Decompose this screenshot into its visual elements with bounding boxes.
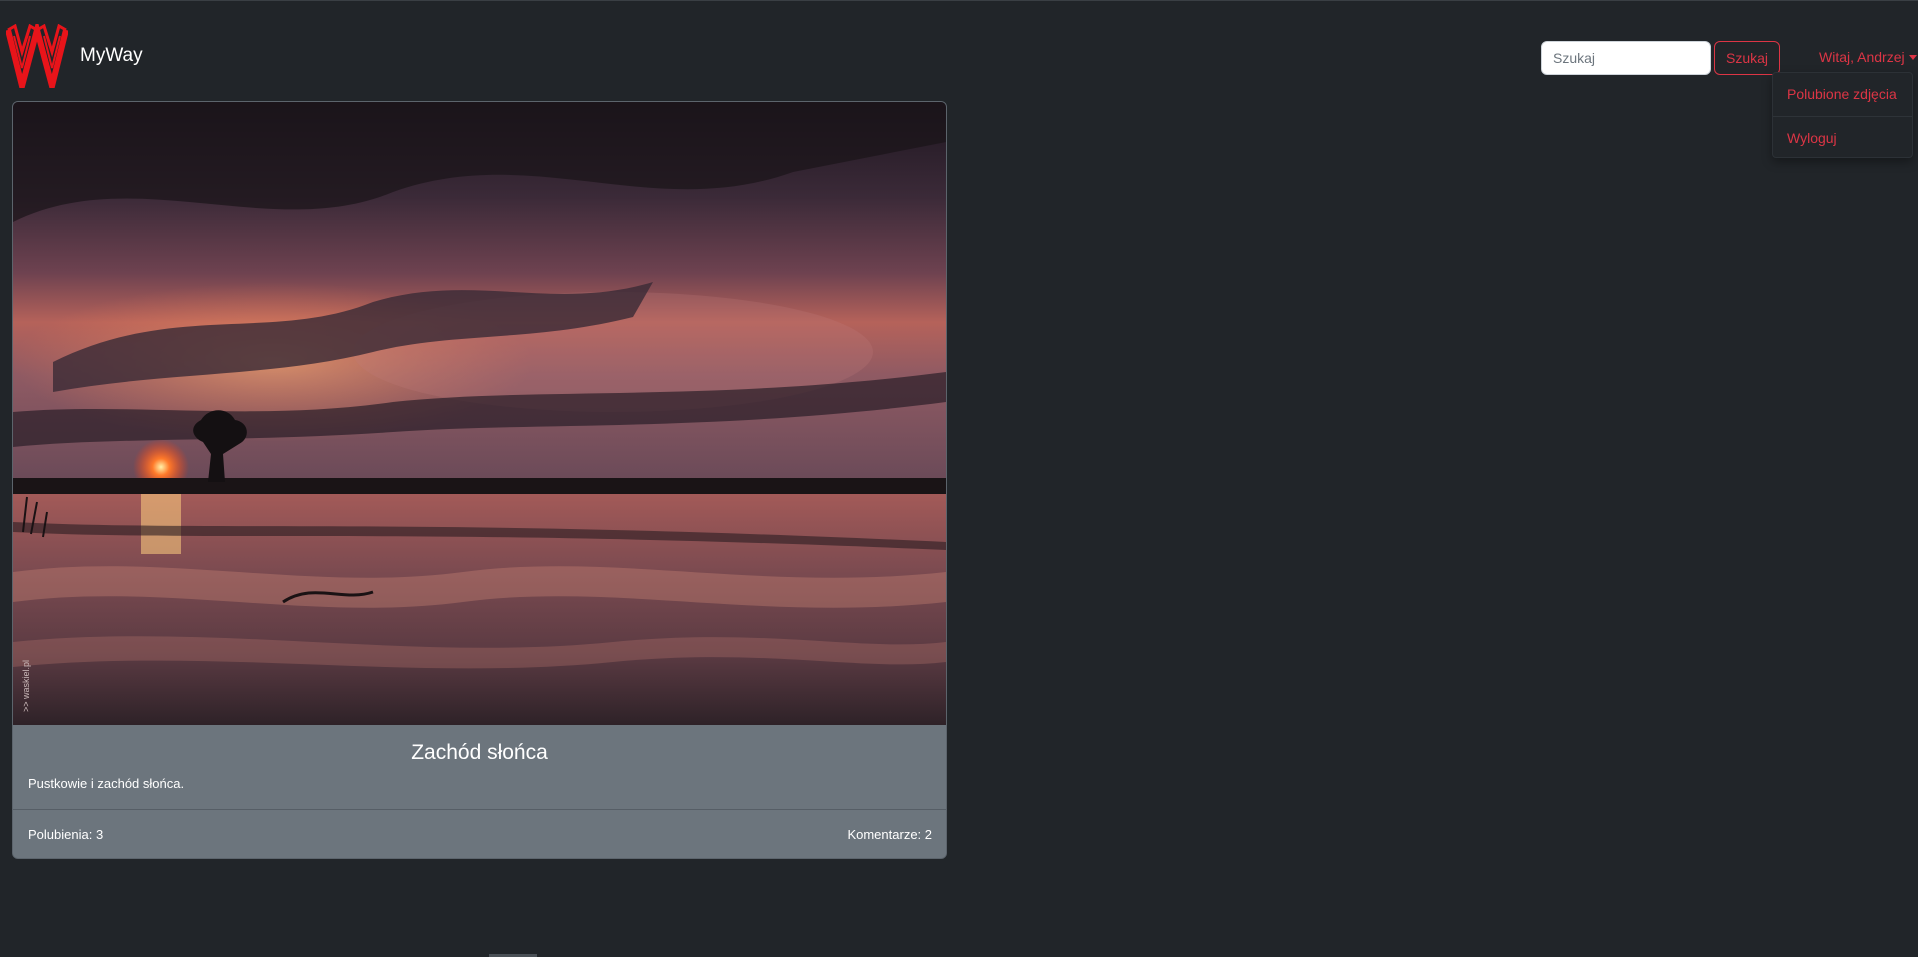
menu-item-logout[interactable]: Wyloguj [1773, 117, 1912, 160]
sunset-photo[interactable]: >> waskiel.pl [13, 102, 946, 725]
brand-name: MyWay [80, 45, 143, 66]
top-border [0, 0, 1918, 1]
user-greeting: Witaj, Andrzej [1819, 49, 1905, 65]
card-footer: Polubienia: 3 Komentarze: 2 [13, 809, 946, 858]
likes-count: Polubienia: 3 [28, 827, 104, 842]
comments-count: Komentarze: 2 [847, 827, 932, 842]
photo-title: Zachód słońca [411, 741, 548, 764]
caret-down-icon [1908, 54, 1917, 60]
user-dropdown-menu: Polubione zdjęcia Wyloguj [1772, 72, 1913, 158]
card-body: Zachód słońca Pustkowie i zachód słońca. [13, 725, 946, 809]
photo-description: Pustkowie i zachód słońca. [28, 776, 185, 791]
menu-item-liked-photos[interactable]: Polubione zdjęcia [1773, 73, 1912, 116]
myway-logo-icon [6, 24, 68, 88]
photo-watermark: >> waskiel.pl [21, 660, 31, 712]
photo-card: >> waskiel.pl Zachód słońca Pustkowie i … [12, 101, 947, 859]
user-menu-toggle[interactable]: Witaj, Andrzej [1819, 49, 1917, 65]
search-input[interactable] [1541, 41, 1711, 75]
search-form: Szukaj [1541, 41, 1781, 75]
search-button[interactable]: Szukaj [1714, 41, 1781, 75]
brand-link[interactable]: MyWay [6, 24, 143, 88]
